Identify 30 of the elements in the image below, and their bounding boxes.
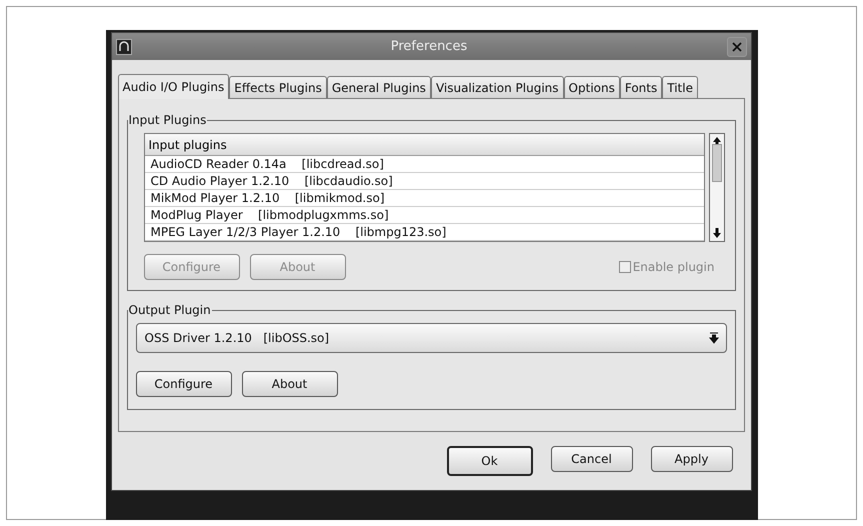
tab[interactable]: Fonts <box>620 76 662 98</box>
tab[interactable]: Effects Plugins <box>229 76 327 98</box>
dialog-button[interactable]: Apply <box>650 446 732 472</box>
tab[interactable]: Audio I/O Plugins <box>118 74 230 99</box>
list-item[interactable]: MikMod Player 1.2.10 [libmikmod.so] <box>144 190 704 207</box>
list-item[interactable]: ModPlug Player [libmodplugxmms.so] <box>144 207 704 224</box>
close-icon <box>732 42 742 52</box>
checkbox-label: Enable plugin <box>632 259 714 276</box>
tab[interactable]: Options <box>564 76 620 98</box>
tab[interactable]: Title <box>662 76 698 98</box>
group-title: Input Plugins <box>128 112 208 129</box>
close-button[interactable] <box>726 36 746 56</box>
tab[interactable]: General Plugins <box>326 76 431 98</box>
scrollbar[interactable] <box>708 133 724 242</box>
output-plugin-dropdown[interactable]: OSS Driver 1.2.10 [libOSS.so] <box>136 323 726 353</box>
dialog-button[interactable]: Configure <box>136 371 232 397</box>
dropdown-arrow-icon <box>708 331 720 345</box>
dialog-button[interactable]: About <box>242 371 338 397</box>
tab[interactable]: Visualization Plugins <box>430 76 564 98</box>
window-title: Preferences <box>390 38 468 56</box>
column-header: Input plugins <box>144 134 704 156</box>
list-item[interactable]: AudioCD Reader 0.14a [libcdread.so] <box>144 156 704 173</box>
scroll-thumb[interactable] <box>712 144 722 182</box>
dialog-button[interactable]: Ok <box>446 446 532 476</box>
list-item[interactable]: CD Audio Player 1.2.10 [libcdaudio.so] <box>144 173 704 190</box>
group-title: Output Plugin <box>128 302 212 319</box>
down-arrow-icon <box>712 227 722 239</box>
list-item[interactable]: MPEG Layer 1/2/3 Player 1.2.10 [libmpg123.so] <box>144 224 704 241</box>
dialog-button[interactable]: Cancel <box>550 446 632 472</box>
app-icon <box>116 38 132 54</box>
